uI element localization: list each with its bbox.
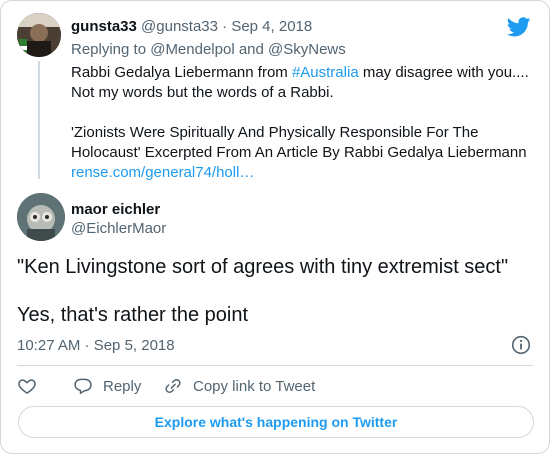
author-handle[interactable]: @EichlerMaor: [71, 219, 166, 239]
text-line: Yes, that's rather the point: [17, 304, 249, 326]
parent-handle[interactable]: @gunsta33: [141, 18, 218, 35]
reply-bubble-icon: [74, 378, 92, 394]
text-line: 'Zionists Were Spiritually And Physicall…: [71, 124, 479, 141]
text-segment: may disagree with you....: [358, 64, 529, 81]
embedded-tweet-card: gunsta33 @gunsta33 · Sep 4, 2018 Replyin…: [0, 0, 550, 454]
avatar[interactable]: [17, 193, 65, 241]
text-line: "Ken Livingstone sort of agrees with tin…: [17, 256, 509, 278]
reply-button[interactable]: Reply: [73, 375, 141, 397]
parent-date[interactable]: Sep 4, 2018: [231, 18, 312, 35]
heart-icon: [18, 379, 36, 394]
parent-tweet-text: Rabbi Gedalya Liebermann from #Australia…: [71, 63, 536, 183]
link-icon: [165, 379, 181, 393]
article-link[interactable]: rense.com/general74/holl…: [71, 163, 536, 183]
like-button[interactable]: [17, 375, 37, 397]
text-line: Holocaust' Excerpted From An Article By …: [71, 144, 527, 161]
reply-label: Reply: [103, 377, 142, 395]
text-segment: Rabbi Gedalya Liebermann from: [71, 64, 292, 81]
hashtag-link[interactable]: #Australia: [292, 64, 359, 81]
thread-line: [38, 61, 40, 179]
tweet-text: "Ken Livingstone sort of agrees with tin…: [17, 255, 537, 327]
divider: [17, 365, 533, 366]
author-display-name[interactable]: maor eichler: [71, 200, 160, 220]
text-line: Not my words but the words of a Rabbi.: [71, 84, 334, 101]
parent-tweet-header: gunsta33 @gunsta33 · Sep 4, 2018: [71, 17, 312, 37]
copy-link-button[interactable]: Copy link to Tweet: [163, 375, 315, 397]
avatar[interactable]: [17, 13, 61, 57]
replying-to[interactable]: Replying to @Mendelpol and @SkyNews: [71, 40, 346, 60]
copy-link-label: Copy link to Tweet: [193, 377, 316, 395]
separator-dot: ·: [222, 18, 228, 35]
info-icon[interactable]: [511, 335, 531, 355]
explore-button[interactable]: Explore what's happening on Twitter: [18, 406, 534, 438]
tweet-timestamp[interactable]: 10:27 AM · Sep 5, 2018: [17, 336, 175, 356]
twitter-bird-icon[interactable]: [506, 15, 531, 39]
parent-display-name[interactable]: gunsta33: [71, 18, 137, 35]
